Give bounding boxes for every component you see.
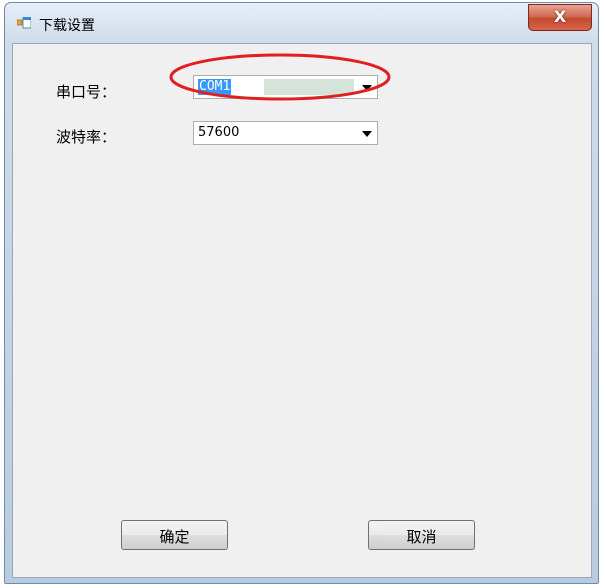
- baud-rate-select[interactable]: 57600: [193, 121, 378, 145]
- cancel-button-label: 取消: [406, 528, 437, 546]
- close-button[interactable]: X: [528, 4, 592, 31]
- serial-port-select[interactable]: COM1: [193, 75, 378, 99]
- app-window-icon: [17, 17, 31, 29]
- serial-port-value: COM1: [198, 79, 232, 95]
- title-bar[interactable]: 下载设置 X: [5, 3, 598, 43]
- window-title: 下载设置: [39, 18, 95, 34]
- serial-port-field-fill: [264, 79, 354, 95]
- download-settings-dialog: 下载设置 X 串口号： COM1 波特率： 57600 确定 取消: [4, 2, 599, 584]
- close-icon: X: [553, 7, 567, 26]
- serial-port-label: 串口号：: [56, 83, 117, 101]
- cancel-button[interactable]: 取消: [368, 520, 475, 550]
- baud-rate-value: 57600: [198, 125, 240, 140]
- ok-button-label: 确定: [159, 528, 190, 546]
- baud-rate-label: 波特率：: [56, 128, 117, 146]
- dialog-client-area: 串口号： COM1 波特率： 57600 确定 取消: [12, 43, 592, 578]
- ok-button[interactable]: 确定: [121, 520, 228, 550]
- chevron-down-icon[interactable]: [362, 131, 372, 137]
- chevron-down-icon[interactable]: [362, 85, 372, 91]
